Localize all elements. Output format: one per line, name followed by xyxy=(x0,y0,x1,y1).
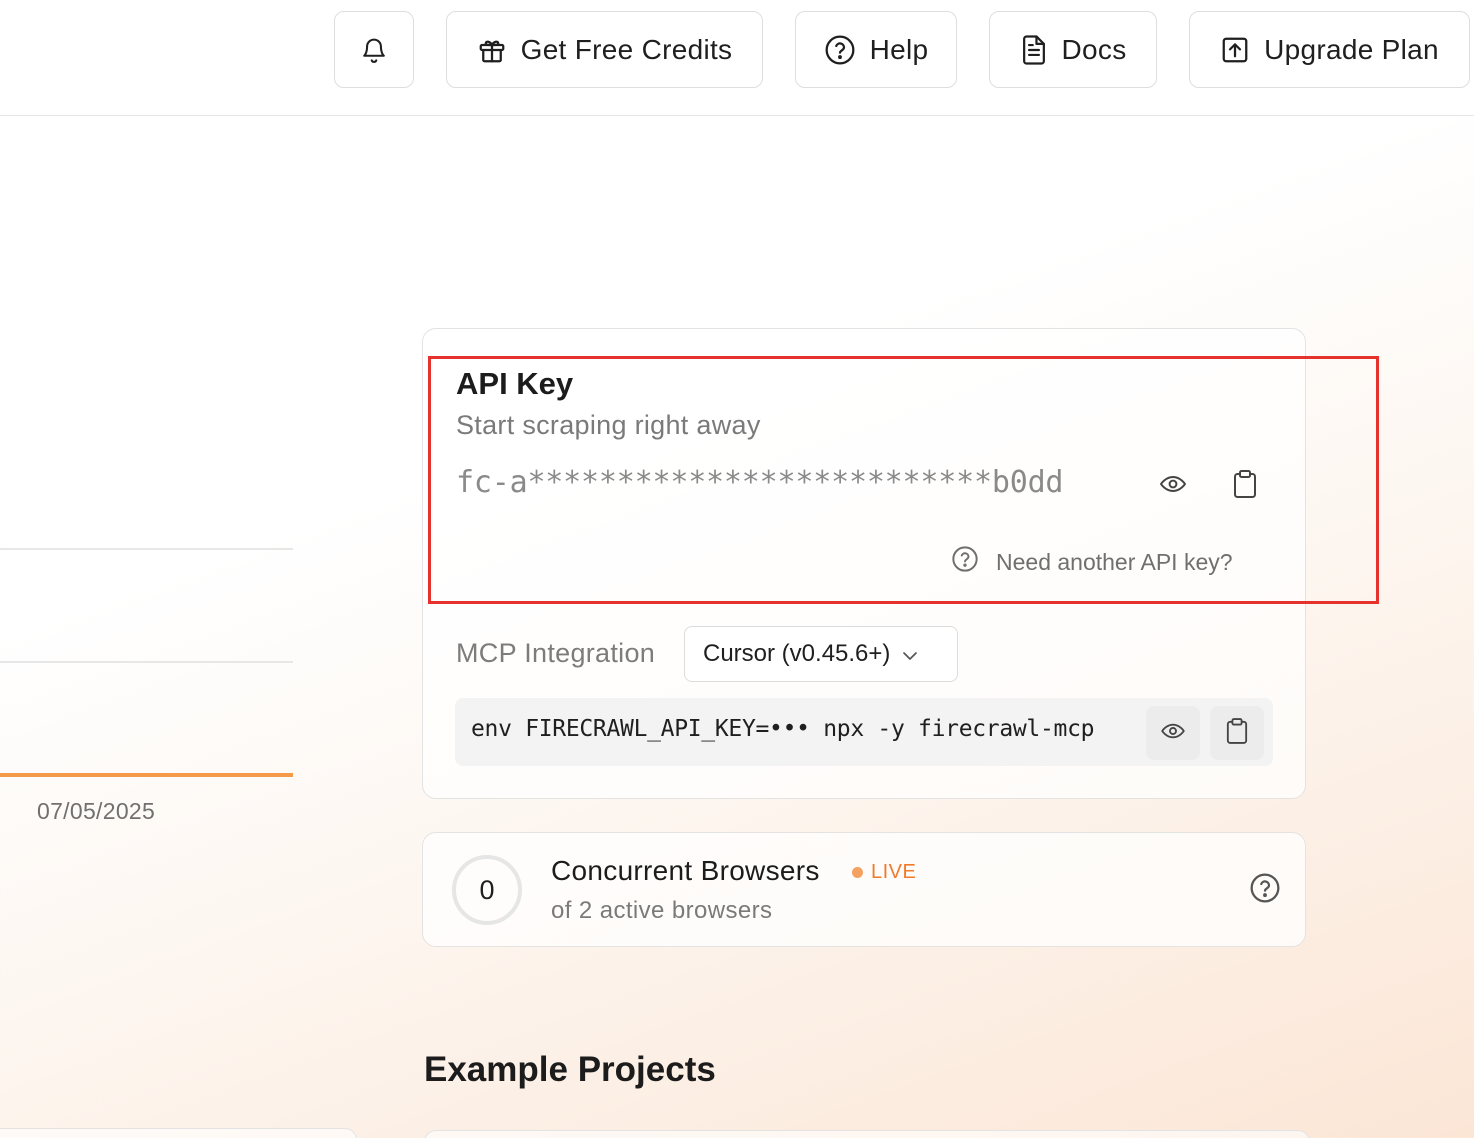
document-icon xyxy=(1020,34,1048,66)
api-key-title: API Key xyxy=(456,366,574,401)
live-dot-icon xyxy=(852,867,863,878)
browser-count: 0 xyxy=(479,874,495,905)
mcp-integration-label: MCP Integration xyxy=(456,638,656,668)
api-key-subtitle: Start scraping right away xyxy=(456,410,761,440)
left-divider xyxy=(0,661,293,663)
upload-box-icon xyxy=(1220,35,1250,65)
get-free-credits-label: Get Free Credits xyxy=(520,33,733,65)
example-projects-heading: Example Projects xyxy=(424,1050,716,1089)
mcp-command-text[interactable]: env FIRECRAWL_API_KEY=••• npx -y firecra… xyxy=(471,716,1094,742)
docs-button[interactable]: Docs xyxy=(989,11,1157,88)
notifications-button[interactable] xyxy=(334,11,414,88)
show-command-key-button[interactable] xyxy=(1146,706,1200,760)
api-key-value[interactable]: fc-a**************************b0dd xyxy=(456,465,1063,500)
live-badge-label: LIVE xyxy=(871,861,917,883)
browsers-help-button[interactable] xyxy=(1247,872,1283,908)
left-card xyxy=(0,1128,357,1138)
active-browsers-subtitle: of 2 active browsers xyxy=(551,897,773,924)
gift-icon xyxy=(477,35,507,65)
copy-api-key-button[interactable] xyxy=(1227,466,1263,506)
eye-icon xyxy=(1160,722,1186,745)
clipboard-icon xyxy=(1233,469,1257,504)
need-another-key-label: Need another API key? xyxy=(996,548,1233,575)
copy-command-button[interactable] xyxy=(1210,706,1264,760)
bell-icon xyxy=(360,35,388,65)
need-another-key-link[interactable]: Need another API key? xyxy=(951,545,1233,579)
help-label: Help xyxy=(869,33,929,65)
show-api-key-button[interactable] xyxy=(1155,468,1191,504)
help-button[interactable]: Help xyxy=(795,11,957,88)
mcp-client-selected: Cursor (v0.45.6+) xyxy=(703,640,891,667)
question-circle-icon xyxy=(824,34,856,66)
left-divider xyxy=(0,548,293,550)
example-project-card[interactable] xyxy=(424,1130,1310,1138)
mcp-client-select[interactable]: Cursor (v0.45.6+) xyxy=(684,626,958,682)
concurrent-browsers-title: Concurrent Browsers xyxy=(551,855,820,886)
upgrade-plan-button[interactable]: Upgrade Plan xyxy=(1189,11,1470,88)
upgrade-plan-label: Upgrade Plan xyxy=(1264,33,1439,65)
billing-date: 07/05/2025 xyxy=(37,798,156,824)
get-free-credits-button[interactable]: Get Free Credits xyxy=(446,11,763,88)
usage-progress-bar xyxy=(0,773,293,777)
concurrent-browsers-card xyxy=(422,832,1306,947)
clipboard-icon xyxy=(1226,717,1248,750)
question-circle-icon xyxy=(1249,872,1281,909)
browser-count-ring: 0 xyxy=(452,855,522,925)
docs-label: Docs xyxy=(1061,33,1127,65)
question-circle-icon xyxy=(951,545,979,579)
chevron-down-icon xyxy=(902,640,918,668)
live-badge: LIVE xyxy=(852,861,916,884)
eye-icon xyxy=(1159,474,1187,499)
top-bar: Get Free Credits Help Docs Upgrade Plan xyxy=(0,0,1474,116)
